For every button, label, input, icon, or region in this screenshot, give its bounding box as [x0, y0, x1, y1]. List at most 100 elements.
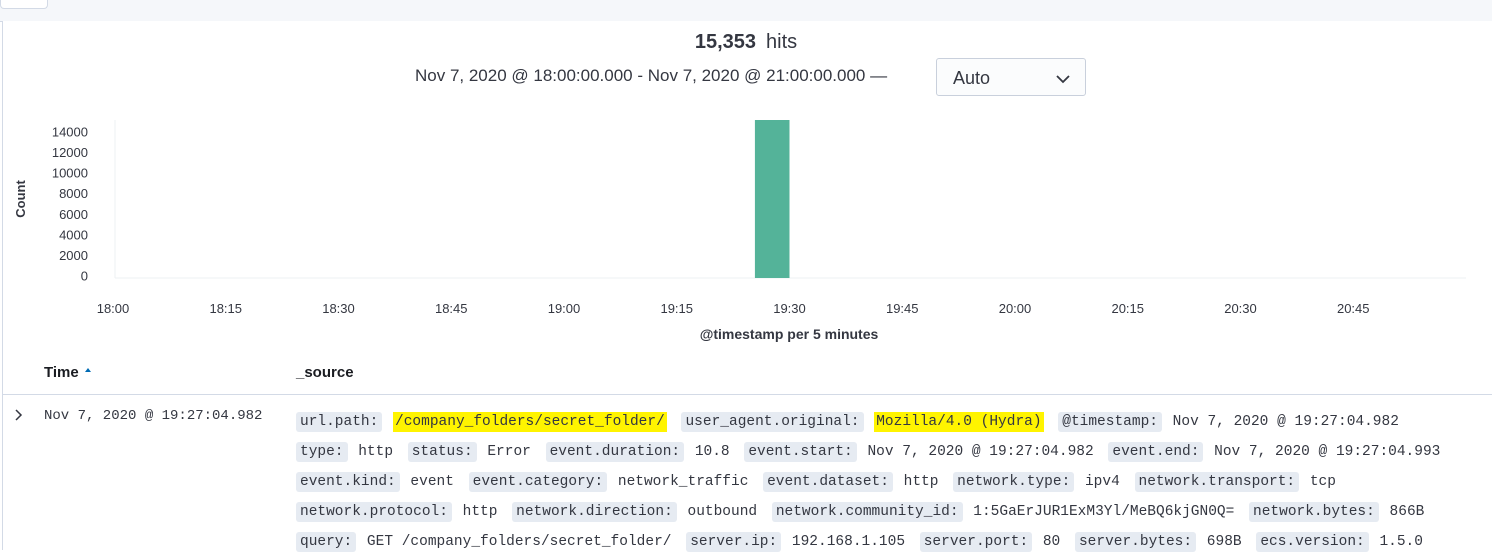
source-field: ecs.version: 1.5.0	[1256, 532, 1427, 552]
y-tick-label: 12000	[52, 145, 88, 160]
source-field: status: Error	[407, 442, 535, 462]
highlighted-value: Mozilla/4.0 (Hydra)	[874, 412, 1044, 432]
source-field-key: network.community_id:	[771, 502, 963, 522]
source-field: event.dataset: http	[763, 472, 943, 492]
source-field: event.start: Nov 7, 2020 @ 19:27:04.982	[744, 442, 1098, 462]
source-field-key: event.category:	[468, 472, 608, 492]
source-field-key: network.bytes:	[1249, 502, 1379, 522]
source-field-key: url.path:	[296, 412, 383, 432]
source-field-key: server.ip:	[686, 532, 782, 552]
source-field-key: type:	[296, 442, 348, 462]
x-tick-label: 19:30	[773, 301, 806, 316]
x-tick-label: 18:15	[209, 301, 242, 316]
source-field: user_agent.original: Mozilla/4.0 (Hydra)	[681, 412, 1048, 432]
source-field: url.path: /company_folders/secret_folder…	[296, 412, 671, 432]
column-header-time-label: Time	[44, 364, 79, 381]
source-field-value: tcp	[1299, 474, 1340, 490]
y-tick-label: 10000	[52, 166, 88, 181]
value-text: http	[903, 474, 939, 490]
source-field-value: 1:5GaErJUR1ExM3Yl/MeBQ6kjGN0Q=	[963, 504, 1239, 520]
value-text: ipv4	[1084, 474, 1120, 490]
source-field-value: Nov 7, 2020 @ 19:27:04.982	[1162, 414, 1403, 430]
value-text: Error	[487, 444, 531, 460]
source-field-value: outbound	[677, 504, 761, 520]
value-text: network_traffic	[617, 474, 749, 490]
source-field: @timestamp: Nov 7, 2020 @ 19:27:04.982	[1058, 412, 1403, 432]
value-text: GET /company_folders/secret_folder/	[366, 534, 672, 550]
source-field: network.transport: tcp	[1134, 472, 1340, 492]
value-text: 80	[1042, 534, 1061, 550]
y-axis-title: Count	[13, 180, 28, 218]
sort-ascending-icon[interactable]	[83, 364, 93, 381]
source-field-value: Mozilla/4.0 (Hydra)	[864, 412, 1048, 432]
histogram-bar[interactable]	[754, 120, 790, 278]
source-field-key: server.port:	[919, 532, 1033, 552]
source-field-value: 1.5.0	[1369, 534, 1427, 550]
x-tick-label: 18:45	[435, 301, 468, 316]
source-field-key: user_agent.original:	[681, 412, 864, 432]
y-tick-label: 0	[81, 269, 88, 284]
value-text: 1.5.0	[1379, 534, 1423, 550]
source-field-value: Nov 7, 2020 @ 19:27:04.993	[1203, 444, 1444, 460]
source-field-key: server.bytes:	[1074, 532, 1197, 552]
source-field-key: event.end:	[1108, 442, 1204, 462]
x-tick-label: 18:00	[97, 301, 130, 316]
source-field-value: Nov 7, 2020 @ 19:27:04.982	[857, 444, 1098, 460]
source-field: query: GET /company_folders/secret_folde…	[296, 532, 675, 552]
x-tick-label: 18:30	[322, 301, 355, 316]
source-field-value: http	[452, 504, 502, 520]
y-tick-label: 6000	[59, 207, 88, 222]
column-header-time[interactable]: Time	[44, 364, 93, 381]
source-field-value: event	[400, 474, 458, 490]
source-field-key: network.type:	[953, 472, 1075, 492]
source-field: event.category: network_traffic	[468, 472, 753, 492]
source-field: event.kind: event	[296, 472, 458, 492]
source-field: network.type: ipv4	[953, 472, 1124, 492]
source-field-key: event.duration:	[545, 442, 685, 462]
value-text: Nov 7, 2020 @ 19:27:04.993	[1214, 444, 1441, 460]
x-tick-label: 20:45	[1337, 301, 1370, 316]
value-text: event	[410, 474, 454, 490]
source-field-key: network.protocol:	[296, 502, 452, 522]
value-text: Nov 7, 2020 @ 19:27:04.982	[1172, 414, 1399, 430]
y-tick-label: 14000	[52, 124, 88, 139]
chevron-right-icon[interactable]	[13, 408, 25, 427]
source-field-key: network.transport:	[1134, 472, 1300, 492]
y-tick-label: 4000	[59, 227, 88, 242]
source-field-value: http	[893, 474, 943, 490]
source-field-value: Error	[477, 444, 535, 460]
source-field-key: status:	[407, 442, 477, 462]
source-field-value: 10.8	[684, 444, 734, 460]
row-time: Nov 7, 2020 @ 19:27:04.982	[44, 408, 263, 424]
source-field-key: @timestamp:	[1058, 412, 1162, 432]
source-field-key: query:	[296, 532, 357, 552]
x-tick-label: 20:00	[999, 301, 1032, 316]
x-tick-label: 20:15	[1111, 301, 1144, 316]
source-field: network.protocol: http	[296, 502, 502, 522]
source-field: server.port: 80	[919, 532, 1065, 552]
source-field-value: network_traffic	[607, 474, 752, 490]
highlighted-value: /company_folders/secret_folder/	[393, 412, 667, 432]
source-field: type: http	[296, 442, 397, 462]
source-field: network.community_id: 1:5GaErJUR1ExM3Yl/…	[771, 502, 1239, 522]
value-text: 192.168.1.105	[791, 534, 906, 550]
source-field: event.duration: 10.8	[545, 442, 734, 462]
value-text: 10.8	[694, 444, 730, 460]
source-field: event.end: Nov 7, 2020 @ 19:27:04.993	[1108, 442, 1444, 462]
source-field-value: 698B	[1196, 534, 1246, 550]
column-header-source: _source	[296, 364, 354, 381]
source-field: network.bytes: 866B	[1249, 502, 1429, 522]
value-text: http	[358, 444, 394, 460]
source-field-key: network.direction:	[512, 502, 677, 522]
source-field-key: ecs.version:	[1256, 532, 1369, 552]
source-field-key: event.kind:	[296, 472, 400, 492]
histogram-chart: 14000 12000 10000 8000 6000 4000 2000 0 18:00 18…	[13, 120, 1466, 342]
source-field-value: 866B	[1379, 504, 1429, 520]
source-field: network.direction: outbound	[512, 502, 761, 522]
source-field-value: 80	[1032, 534, 1064, 550]
source-field-value: GET /company_folders/secret_folder/	[356, 534, 675, 550]
y-tick-label: 8000	[59, 186, 88, 201]
x-tick-label: 19:45	[886, 301, 919, 316]
source-field-value: ipv4	[1074, 474, 1124, 490]
value-text: tcp	[1309, 474, 1336, 490]
